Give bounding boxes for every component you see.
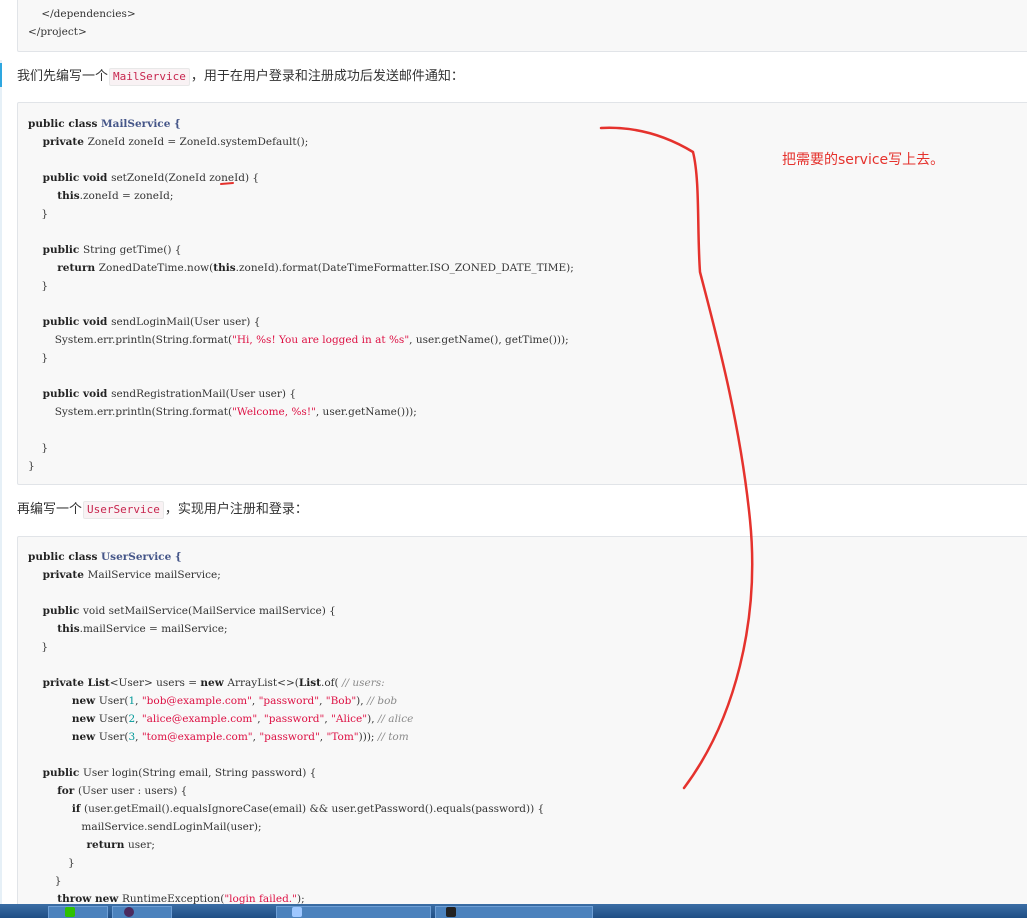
- code-line: }: [28, 641, 49, 653]
- code-line: }: [28, 352, 49, 364]
- code-line: for (User user : users) {: [28, 785, 188, 797]
- code-line: }: [28, 460, 35, 472]
- document-icon[interactable]: [292, 907, 302, 917]
- inline-code-userservice: UserService: [83, 501, 164, 519]
- paragraph-userservice-intro: 再编写一个 UserService ，实现用户注册和登录：: [17, 498, 308, 522]
- code-line: return user;: [28, 839, 155, 851]
- code-line: }: [28, 875, 62, 887]
- code-line: mailService.sendLoginMail(user);: [28, 821, 262, 833]
- inline-code-mailservice: MailService: [109, 68, 190, 86]
- code-block-userservice: public class UserService { private MailS…: [17, 536, 1027, 916]
- content-left-border: [0, 60, 2, 910]
- code-line: }: [28, 857, 75, 869]
- code-line: private MailService mailService;: [28, 569, 221, 581]
- terminal-icon[interactable]: [446, 907, 456, 917]
- code-line: public class MailService {: [28, 118, 181, 130]
- code-line: private ZoneId zoneId = ZoneId.systemDef…: [28, 136, 309, 148]
- code-line: new User(3, "tom@example.com", "password…: [28, 731, 409, 743]
- taskbar-button[interactable]: [435, 906, 593, 918]
- code-line: return ZonedDateTime.now(this.zoneId).fo…: [28, 262, 574, 274]
- code-line: System.err.println(String.format("Hi, %s…: [28, 334, 569, 346]
- code-line: this.zoneId = zoneId;: [28, 190, 174, 202]
- paragraph-text: 再编写一个: [17, 502, 83, 517]
- code-line: public void setMailService(MailService m…: [28, 605, 336, 617]
- code-line: this.mailService = mailService;: [28, 623, 228, 635]
- code-line: public void setZoneId(ZoneId zoneId) {: [28, 172, 260, 184]
- paragraph-text: ，实现用户注册和登录：: [164, 502, 308, 517]
- code-line: System.err.println(String.format("Welcom…: [28, 406, 417, 418]
- wechat-icon[interactable]: [65, 907, 75, 917]
- paragraph-mailservice-intro: 我们先编写一个 MailService ，用于在用户登录和注册成功后发送邮件通知：: [17, 65, 464, 89]
- code-line: public User login(String email, String p…: [28, 767, 317, 779]
- underlined-zoneid: ZoneId: [168, 172, 206, 184]
- code-line: }: [28, 442, 49, 454]
- code-line: new User(1, "bob@example.com", "password…: [28, 695, 398, 707]
- annotation-note: 把需要的service写上去。: [782, 152, 945, 168]
- code-line: public void sendRegistrationMail(User us…: [28, 388, 297, 400]
- paragraph-text: 我们先编写一个: [17, 69, 109, 84]
- code-line: }: [28, 208, 49, 220]
- code-line: public void sendLoginMail(User user) {: [28, 316, 261, 328]
- code-line: public String getTime() {: [28, 244, 182, 256]
- code-line: </dependencies>: [28, 8, 136, 20]
- code-line: if (user.getEmail().equalsIgnoreCase(ema…: [28, 803, 545, 815]
- taskbar-button[interactable]: [112, 906, 172, 918]
- heading-accent-mark: [0, 63, 2, 87]
- code-line: new User(2, "alice@example.com", "passwo…: [28, 713, 414, 725]
- code-line: </project>: [28, 26, 87, 38]
- code-line: private List<User> users = new ArrayList…: [28, 677, 385, 689]
- code-line: }: [28, 280, 49, 292]
- taskbar: [0, 904, 1027, 918]
- code-line: public class UserService {: [28, 551, 182, 563]
- taskbar-button[interactable]: [48, 906, 108, 918]
- paragraph-text: ，用于在用户登录和注册成功后发送邮件通知：: [190, 69, 464, 84]
- code-block-pom: </dependencies> </project>: [17, 0, 1027, 52]
- app-icon[interactable]: [124, 907, 134, 917]
